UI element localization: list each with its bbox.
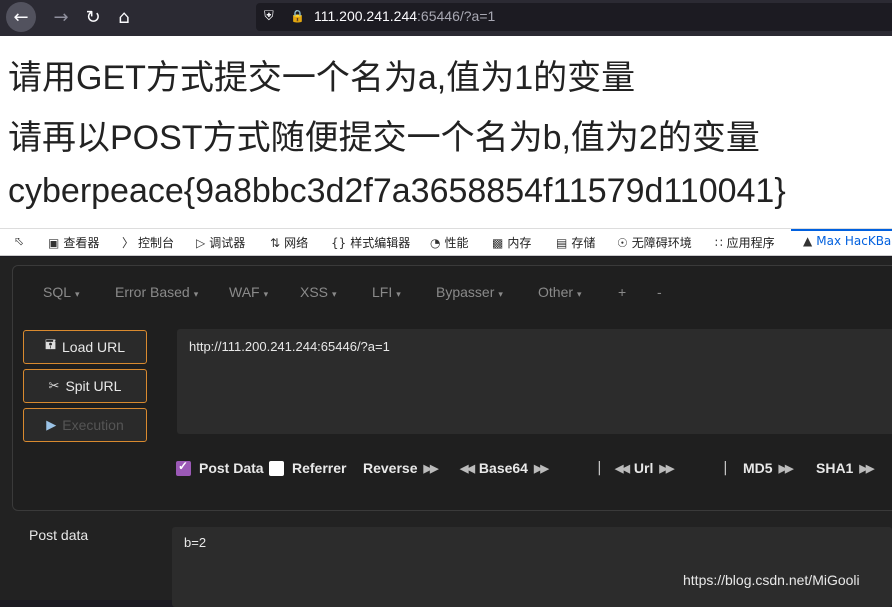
inspector-icon: ▣ <box>48 235 60 250</box>
challenge-line-1: 请用GET方式提交一个名为a,值为1的变量 <box>8 59 636 97</box>
menu-minus[interactable]: - <box>657 284 662 300</box>
split-url-button[interactable]: ✂ Spit URL <box>23 369 147 403</box>
hackbar-panel: SQL ▾ Error Based ▾ WAF ▾ XSS ▾ LFI ▾ Bypasse… <box>0 257 892 607</box>
insecure-lock-icon[interactable]: 🔒 <box>290 9 306 25</box>
home-icon[interactable]: ⌂ <box>108 2 140 32</box>
arrow-right-icon: ▶▶ <box>778 462 794 475</box>
menu-sql[interactable]: SQL ▾ <box>43 284 80 300</box>
debugger-icon: ▷ <box>196 235 206 250</box>
reload-icon[interactable]: ↻ <box>77 2 109 32</box>
challenge-line-2: 请再以POST方式随便提交一个名为b,值为2的变量 <box>8 119 760 157</box>
memory-icon: ▩ <box>492 235 504 250</box>
post-data-checkbox[interactable]: Post Data <box>176 459 264 476</box>
arrow-right-icon: ▶▶ <box>659 462 674 475</box>
arrow-right-icon: ▶▶ <box>533 462 549 475</box>
menu-lfi[interactable]: LFI ▾ <box>372 284 401 300</box>
back-arrow-icon[interactable]: ← <box>6 2 36 32</box>
address-bar[interactable]: ⛨ 🔒 111.200.241.244:65446/?a=1 <box>256 3 892 31</box>
menu-bypasser[interactable]: Bypasser ▾ <box>436 284 503 300</box>
style-editor-icon: {} <box>331 235 347 250</box>
split-url-icon: ✂ <box>48 378 60 393</box>
tab-performance[interactable]: ◔ 性能 <box>430 234 469 251</box>
arrow-right-icon: ▶▶ <box>859 462 874 475</box>
storage-icon: ▤ <box>556 235 568 250</box>
execute-play-icon: ▶ <box>46 417 57 432</box>
console-icon: 〉 <box>122 236 135 250</box>
watermark-text: https://blog.csdn.net/MiGooli <box>683 572 860 588</box>
tab-style-editor[interactable]: {} 样式编辑器 <box>331 234 410 251</box>
page-content: 请用GET方式提交一个名为a,值为1的变量 请再以POST方式随便提交一个名为b… <box>0 36 892 228</box>
forward-arrow-icon[interactable]: → <box>45 2 77 32</box>
tab-storage[interactable]: ▤ 存储 <box>556 234 595 251</box>
tab-console[interactable]: 〉 控制台 <box>122 234 174 251</box>
tab-application[interactable]: ∷ 应用程序 <box>715 234 775 251</box>
md5-button[interactable]: MD5 ▶▶ <box>743 460 794 476</box>
performance-icon: ◔ <box>430 235 441 250</box>
devtools-tabbar: ⬁ ▣ 查看器 〉 控制台 ▷ 调试器 ⇅ 网络 {} 样式编辑器 ◔ 性能 ▩ 内存 ▤ 存储… <box>0 228 892 256</box>
address-url[interactable]: 111.200.241.244:65446/?a=1 <box>314 8 495 24</box>
separator: | <box>597 460 602 476</box>
post-data-label: Post data <box>29 527 89 543</box>
tab-memory[interactable]: ▩ 内存 <box>492 234 531 251</box>
tab-accessibility[interactable]: ☉ 无障碍环境 <box>617 234 692 251</box>
arrow-right-icon: ▶▶ <box>423 462 439 475</box>
accessibility-icon: ☉ <box>617 235 628 250</box>
flag-text: cyberpeace{9a8bbc3d2f7a3658854f11579d110… <box>8 172 786 210</box>
application-grid-icon: ∷ <box>715 235 723 250</box>
tab-network[interactable]: ⇅ 网络 <box>270 234 308 251</box>
arrow-left-icon: ◀◀ <box>615 462 630 475</box>
shield-icon[interactable]: ⛨ <box>264 9 278 25</box>
checkbox-checked-icon <box>176 459 191 476</box>
execution-button[interactable]: ▶ Execution <box>23 408 147 442</box>
referrer-checkbox[interactable]: Referrer <box>269 460 346 476</box>
menu-xss[interactable]: XSS ▾ <box>300 284 337 300</box>
reverse-button[interactable]: Reverse ▶▶ <box>363 460 439 476</box>
browser-toolbar: ← → ↻ ⌂ ⛨ 🔒 111.200.241.244:65446/?a=1 <box>0 0 892 36</box>
url-encode-button[interactable]: ◀◀ Url ▶▶ <box>615 460 674 476</box>
arrow-left-icon: ◀◀ <box>460 462 475 475</box>
network-icon: ⇅ <box>270 235 281 250</box>
tab-max-hackbar[interactable]: ▲ Max HacKBar <box>790 229 892 248</box>
menu-waf[interactable]: WAF ▾ <box>229 284 268 300</box>
url-textarea[interactable]: http://111.200.241.244:65446/?a=1 <box>177 329 892 434</box>
load-url-icon: 🖬 <box>44 337 56 352</box>
checkbox-unchecked-icon <box>269 460 284 476</box>
sha1-button[interactable]: SHA1 ▶▶ <box>816 460 874 476</box>
menu-error-based[interactable]: Error Based ▾ <box>115 284 198 300</box>
separator: | <box>723 460 728 476</box>
hackbar-icon: ▲ <box>803 234 813 248</box>
base64-button[interactable]: ◀◀ Base64 ▶▶ <box>460 460 549 476</box>
menu-plus[interactable]: + <box>618 284 626 300</box>
tab-debugger[interactable]: ▷ 调试器 <box>196 234 245 251</box>
menu-other[interactable]: Other ▾ <box>538 284 582 300</box>
post-data-textarea[interactable]: b=2 <box>172 527 892 607</box>
element-picker-icon[interactable]: ⬁ <box>14 234 24 248</box>
load-url-button[interactable]: 🖬 Load URL <box>23 330 147 364</box>
tab-inspector[interactable]: ▣ 查看器 <box>48 234 99 251</box>
